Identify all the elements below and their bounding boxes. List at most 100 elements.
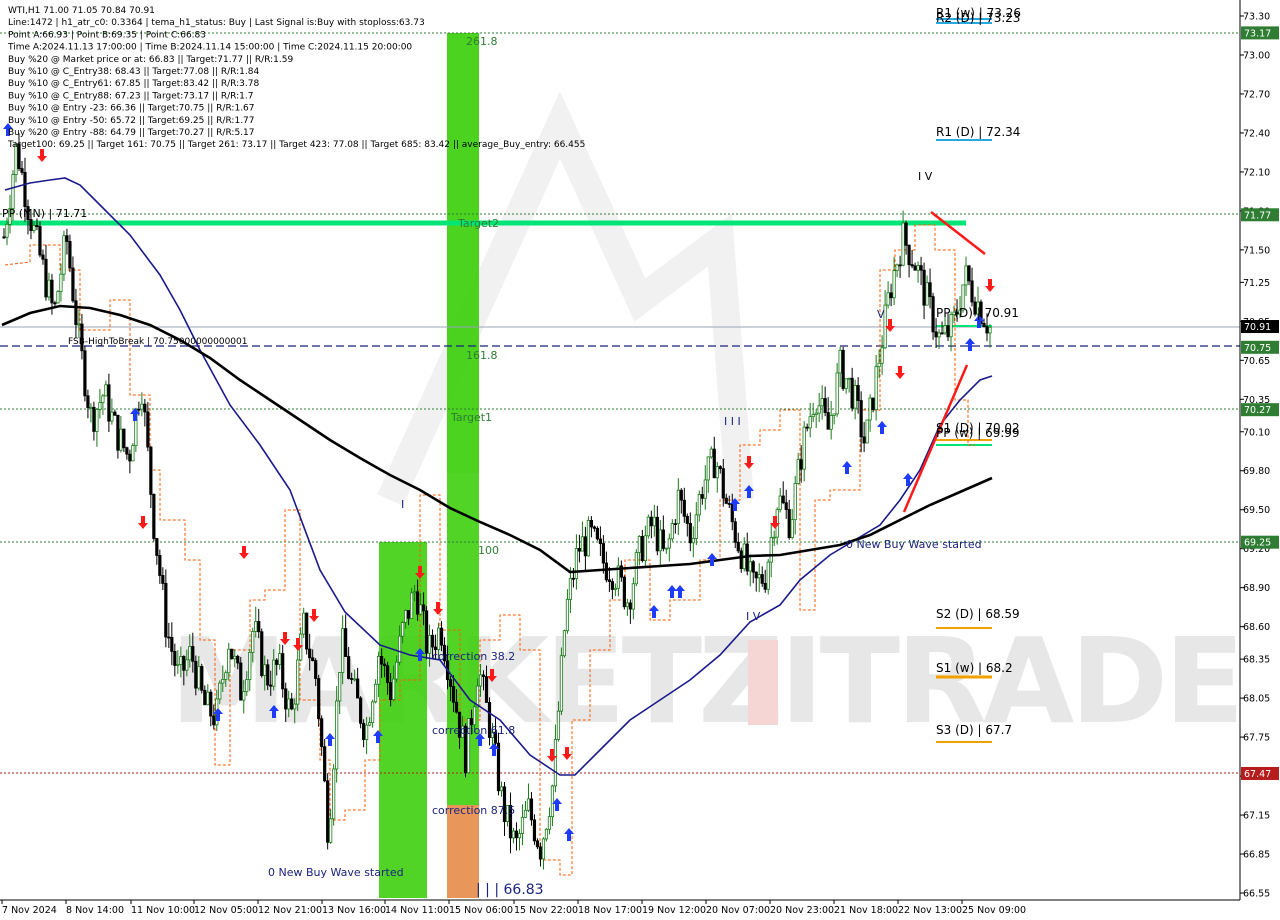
candle-body [829, 415, 833, 430]
candle-body [218, 682, 222, 700]
x-tick-label: 8 Nov 14:00 [66, 905, 124, 916]
candle-body [841, 349, 845, 389]
candle-body [559, 655, 564, 712]
candle-body [703, 479, 707, 499]
candle-body [802, 426, 806, 470]
candle-body [311, 657, 315, 661]
candle-body [38, 226, 42, 256]
wave-iv-label-a: I V [746, 610, 761, 623]
candle-body [293, 703, 297, 710]
zone-fib-target-top [447, 33, 479, 473]
candle-body [161, 575, 165, 584]
watermark-red-bar [748, 640, 778, 725]
candle-body [170, 637, 174, 652]
candle-body [592, 526, 597, 529]
candle-body [284, 688, 288, 710]
x-tick-label: 15 Nov 22:00 [514, 905, 578, 916]
info-line: Line:1472 | h1_atr_c0: 0.3364 | tema_h1_… [8, 18, 425, 28]
candle-body [155, 538, 159, 556]
candle-body [574, 548, 579, 579]
candle-body [206, 691, 210, 706]
candle-body [86, 395, 90, 408]
candle-body [74, 300, 78, 325]
candle-body [290, 698, 294, 710]
price-tag-label: 73.17 [1244, 28, 1271, 39]
info-line: Buy %10 @ C_Entry38: 68.43 || Target:77.… [8, 67, 259, 77]
candle-body [11, 174, 15, 209]
candle-body [173, 650, 177, 666]
candle-body [754, 571, 758, 579]
candle-body [386, 665, 390, 683]
candle-body [395, 661, 399, 680]
candle-body [263, 664, 267, 676]
candle-body [332, 768, 336, 820]
candle-body [793, 483, 797, 521]
candle-body [604, 562, 608, 581]
candle-body [430, 634, 435, 648]
candle-body [724, 497, 728, 504]
candle-body [383, 663, 387, 667]
wave-v-label: V [877, 308, 885, 321]
candle-body [107, 384, 111, 422]
candle-body [314, 660, 318, 679]
candle-body [323, 746, 327, 782]
x-tick-label: 22 Nov 13:00 [898, 905, 962, 916]
candle-body [784, 502, 788, 510]
x-tick-label: 11 Nov 10:00 [131, 905, 195, 916]
info-line: Target100: 69.25 || Target 161: 70.75 ||… [7, 140, 585, 150]
candle-body [964, 265, 968, 286]
candle-body [131, 445, 135, 462]
candle-body [484, 676, 489, 703]
candle-body [847, 377, 851, 380]
candle-body [41, 254, 45, 260]
candle-body [140, 403, 144, 410]
candle-body [943, 325, 947, 334]
candle-body [757, 574, 761, 579]
candle-body [874, 366, 878, 411]
candle-body [251, 631, 255, 653]
candle-body [547, 816, 552, 830]
price-chart[interactable]: MARKETZITRADE WTI,H1 71.00 71.05 70.84 7… [0, 0, 1280, 920]
candle-body [529, 798, 534, 821]
x-tick-label: 12 Nov 21:00 [258, 905, 322, 916]
x-tick-label: 12 Nov 05:00 [194, 905, 258, 916]
candle-body [532, 819, 537, 842]
candle-body [35, 225, 39, 227]
candle-body [415, 591, 420, 615]
candle-body [514, 830, 519, 839]
candle-body [278, 653, 282, 665]
candle-body [673, 523, 677, 526]
candle-body [454, 701, 459, 713]
candle-body [826, 412, 830, 430]
x-tick-label: 20 Nov 07:00 [706, 905, 770, 916]
candle-body [595, 527, 599, 540]
candle-body [221, 678, 225, 684]
candle-body [29, 219, 33, 231]
y-tick-label: 69.80 [1243, 466, 1270, 477]
y-tick-label: 66.55 [1243, 889, 1270, 900]
candle-body [188, 646, 192, 661]
candle-body [185, 659, 189, 671]
candle-body [649, 516, 653, 527]
candle-body [838, 349, 842, 374]
candle-body [601, 543, 605, 564]
candle-body [397, 635, 402, 663]
candle-body [409, 592, 414, 619]
candle-body [353, 678, 357, 681]
candle-body [895, 264, 899, 272]
info-line: WTI,H1 71.00 71.05 70.84 70.91 [8, 6, 155, 16]
candle-body [832, 413, 836, 416]
candle-body [796, 459, 800, 484]
candle-body [769, 537, 773, 563]
candle-body [880, 347, 884, 364]
candle-body [688, 523, 692, 544]
info-line: Buy %10 @ C_Entry61: 67.85 || Target:83.… [8, 79, 259, 89]
candle-body [179, 656, 183, 665]
candle-body [20, 168, 24, 173]
candle-body [916, 265, 920, 271]
candle-body [149, 446, 153, 495]
candle-body [859, 400, 863, 438]
candle-body [23, 171, 27, 207]
r2-d-label: R2 (D) | 73.23 [936, 11, 1020, 25]
candle-body [158, 555, 162, 576]
